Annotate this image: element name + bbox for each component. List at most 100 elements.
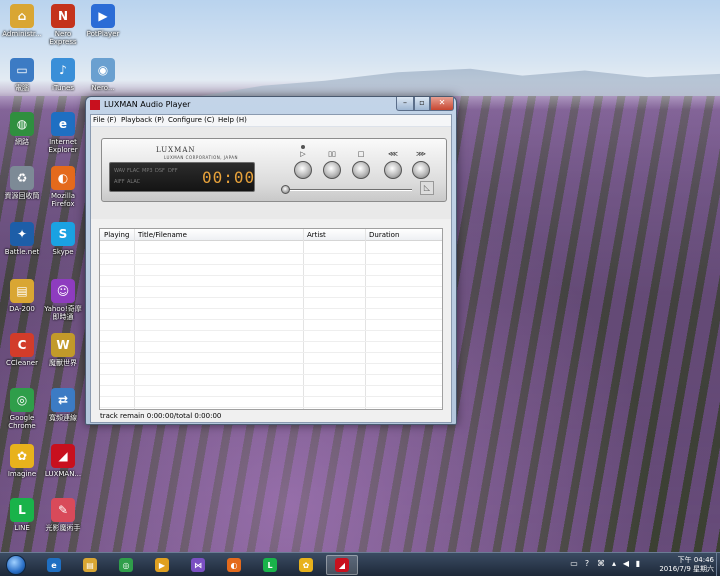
table-row xyxy=(100,363,442,364)
column-playing[interactable]: Playing xyxy=(104,231,129,239)
desktop-app-icon: C xyxy=(10,333,34,357)
desktop-icon-label: Yahoo!奇摩 即時通 xyxy=(44,305,82,321)
desktop-icon-label: iTunes xyxy=(52,84,74,92)
show-desktop-button[interactable] xyxy=(716,553,720,576)
keyboard-icon[interactable]: ▭ xyxy=(570,560,578,568)
desktop-app-icon: ◍ xyxy=(10,112,34,136)
google-chrome-icon: ◎ xyxy=(119,558,133,572)
desktop-icon[interactable]: ◍ 網路 xyxy=(0,112,44,146)
desktop-icon[interactable]: ▭ 電腦 xyxy=(0,58,44,92)
desktop-icon-label: 寬頻連線 xyxy=(49,414,77,422)
desktop-icon[interactable]: S Skype xyxy=(41,222,85,256)
window-title: LUXMAN Audio Player xyxy=(104,100,191,109)
desktop-icon[interactable]: C CCleaner xyxy=(0,333,44,367)
table-row xyxy=(100,352,442,353)
format-alac: ALAC xyxy=(127,179,141,185)
stop-button[interactable] xyxy=(352,161,370,179)
desktop-icon[interactable]: ✎ 光影魔術手 xyxy=(41,498,85,532)
desktop-icon[interactable]: ⌂ Administr... xyxy=(0,4,44,38)
minimize-button[interactable]: – xyxy=(396,97,414,111)
column-title[interactable]: Title/Filename xyxy=(138,231,187,239)
internet-explorer-icon: e xyxy=(47,558,61,572)
seek-bar[interactable] xyxy=(286,189,412,191)
track-status: track remain 0:00:00/total 0:00:00 xyxy=(100,412,222,420)
close-button[interactable]: ✕ xyxy=(430,97,454,111)
title-bar[interactable]: LUXMAN Audio Player – ▫ ✕ xyxy=(86,97,456,114)
network-icon[interactable]: ▮ xyxy=(634,560,642,568)
menu-file[interactable]: File (F) xyxy=(93,116,116,124)
clock[interactable]: 下午 04:46 2016/7/9 星期六 xyxy=(659,556,714,574)
desktop-icon-label: PotPlayer xyxy=(86,30,120,38)
desktop-icon[interactable]: W 魔獸世界 xyxy=(41,333,85,367)
start-button[interactable] xyxy=(6,555,26,575)
file-explorer-icon: ▤ xyxy=(83,558,97,572)
format-dff: DFF xyxy=(168,168,178,174)
desktop-app-icon: ▤ xyxy=(10,279,34,303)
desktop-app-icon: ✎ xyxy=(51,498,75,522)
table-row xyxy=(100,308,442,309)
column-artist[interactable]: Artist xyxy=(307,231,326,239)
taskbar-button-internet-explorer[interactable]: e xyxy=(38,555,70,575)
player-panel: LUXMAN LUXMAN CORPORATION, JAPAN WAV FLA… xyxy=(101,138,447,202)
format-aiff: AIFF xyxy=(114,179,125,185)
desktop-icon[interactable]: ◢ LUXMAN... xyxy=(41,444,85,478)
menu-configure[interactable]: Configure (C) xyxy=(168,116,215,124)
pause-button[interactable] xyxy=(323,161,341,179)
desktop-icon[interactable]: ▤ DA-200 xyxy=(0,279,44,313)
menu-playback[interactable]: Playback (P) xyxy=(121,116,164,124)
desktop-icon[interactable]: ◐ Mozilla Firefox xyxy=(41,166,85,208)
desktop-app-icon: ◎ xyxy=(10,388,34,412)
help-icon[interactable]: ? xyxy=(583,560,591,568)
desktop-icon-label: Mozilla Firefox xyxy=(50,192,76,208)
luxman-app-icon xyxy=(90,100,100,110)
desktop-icon-label: Internet Explorer xyxy=(48,138,78,154)
next-button[interactable] xyxy=(412,161,430,179)
menu-help[interactable]: Help (H) xyxy=(218,116,247,124)
desktop-app-icon: ◉ xyxy=(91,58,115,82)
seek-thumb[interactable] xyxy=(281,185,290,194)
desktop-app-icon: L xyxy=(10,498,34,522)
taskbar-button-firefox[interactable]: ◐ xyxy=(218,555,250,575)
show-hidden-icons-icon[interactable]: ▴ xyxy=(610,560,618,568)
desktop-icon[interactable]: N Nero Express xyxy=(41,4,85,46)
desktop-icon-label: Nero... xyxy=(91,84,115,92)
playlist[interactable]: Playing Title/Filename Artist Duration xyxy=(99,228,443,410)
maximize-button[interactable]: ▫ xyxy=(414,97,430,111)
previous-button[interactable] xyxy=(384,161,402,179)
desktop-icon[interactable]: ◎ Google Chrome xyxy=(0,388,44,430)
desktop-icon[interactable]: ☺ Yahoo!奇摩 即時通 xyxy=(41,279,85,321)
desktop-icon[interactable]: ♪ iTunes xyxy=(41,58,85,92)
eject-icon[interactable]: ◺ xyxy=(420,181,434,195)
play-button[interactable] xyxy=(294,161,312,179)
desktop-icon[interactable]: ✿ Imagine xyxy=(0,444,44,478)
taskbar-button-imagine[interactable]: ✿ xyxy=(290,555,322,575)
desktop-icon-label: 光影魔術手 xyxy=(45,524,81,532)
table-row xyxy=(100,396,442,397)
taskbar-button-potplayer[interactable]: ▶ xyxy=(146,555,178,575)
desktop-app-icon: ◐ xyxy=(51,166,75,190)
desktop-icon[interactable]: ▶ PotPlayer xyxy=(81,4,125,38)
taskbar-button-file-explorer[interactable]: ▤ xyxy=(74,555,106,575)
player-area: LUXMAN LUXMAN CORPORATION, JAPAN WAV FLA… xyxy=(91,127,451,219)
desktop-icon-label: 網路 xyxy=(15,138,29,146)
table-row xyxy=(100,330,442,331)
column-duration[interactable]: Duration xyxy=(369,231,399,239)
time-display: 00:00 xyxy=(202,168,256,187)
desktop-app-icon: ⌂ xyxy=(10,4,34,28)
desktop-icon[interactable]: ⇄ 寬頻連線 xyxy=(41,388,85,422)
taskbar-button-luxman[interactable]: ◢ xyxy=(326,555,358,575)
desktop-icon[interactable]: L LINE xyxy=(0,498,44,532)
taskbar-button-google-chrome[interactable]: ◎ xyxy=(110,555,142,575)
desktop-icon[interactable]: ♻ 資源回收筒 xyxy=(0,166,44,200)
desktop-icon[interactable]: ✦ Battle.net xyxy=(0,222,44,256)
table-row xyxy=(100,385,442,386)
window-client: File (F) Playback (P) Configure (C) Help… xyxy=(90,114,452,423)
desktop-icon[interactable]: ◉ Nero... xyxy=(81,58,125,92)
desktop-icon[interactable]: e Internet Explorer xyxy=(41,112,85,154)
desktop-app-icon: ☺ xyxy=(51,279,75,303)
taskbar-button-visual-studio[interactable]: ⋈ xyxy=(182,555,214,575)
language-icon[interactable]: ⌘ xyxy=(597,560,605,568)
taskbar-button-line[interactable]: L xyxy=(254,555,286,575)
volume-icon[interactable]: ◀ xyxy=(622,560,630,568)
format-flac: FLAC xyxy=(127,168,140,174)
